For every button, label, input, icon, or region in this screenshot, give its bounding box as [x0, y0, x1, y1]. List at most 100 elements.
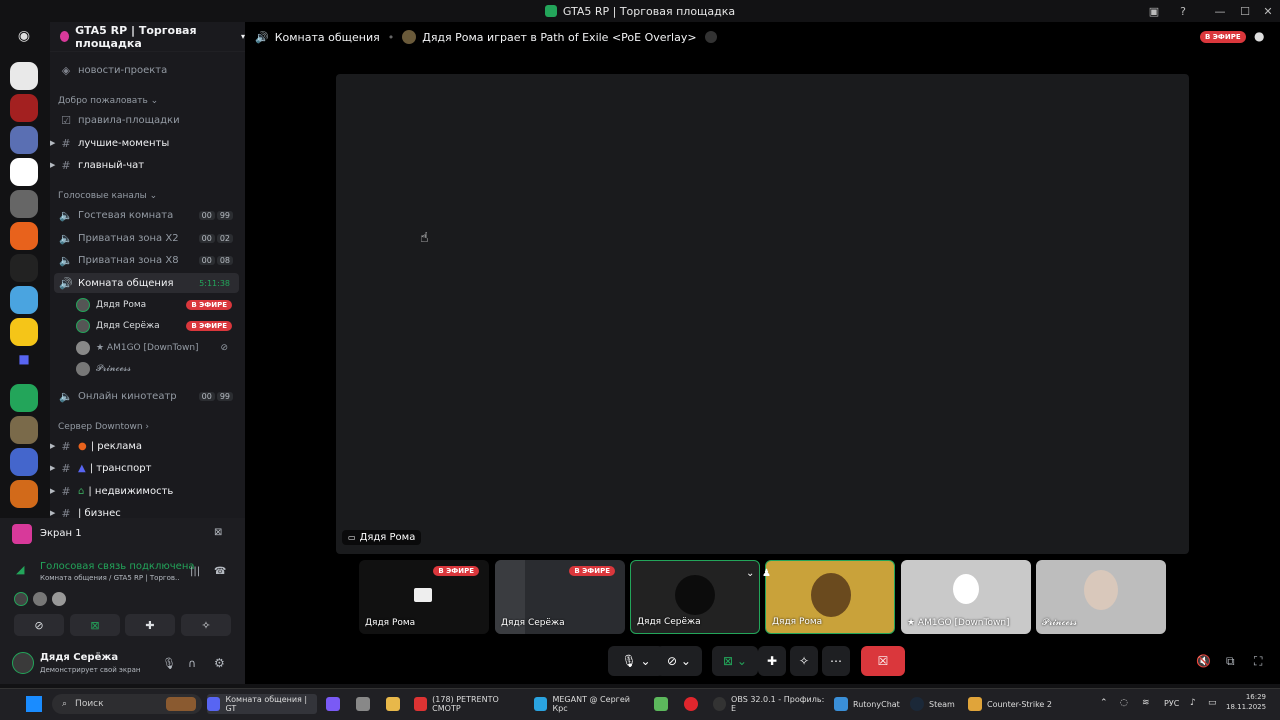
voice-user[interactable]: Дядя Рома В ЭФИРЕ	[76, 295, 236, 315]
add-friend-icon[interactable]: ♟	[762, 568, 771, 579]
app-icon	[654, 697, 668, 711]
server-icon[interactable]	[10, 62, 38, 90]
taskbar-app-folder[interactable]	[386, 694, 406, 714]
popout-icon[interactable]: ⧉	[1226, 654, 1235, 669]
more-button[interactable]: ⋯	[822, 646, 850, 676]
fullscreen-icon[interactable]: ⛶	[1254, 654, 1262, 669]
screen-share-button[interactable]: ⊠	[70, 614, 120, 636]
category-voice[interactable]: Голосовые каналы ⌄	[58, 191, 157, 201]
voice-comm-room[interactable]: 🔊 Комната общения 5:11:38	[54, 273, 239, 293]
taskbar-app-telegram[interactable]: MEGANT @ Сергей Крс	[534, 694, 644, 714]
user-name[interactable]: Дядя Серёжа	[40, 652, 118, 663]
taskbar-app-rutony[interactable]: RutonyChat	[834, 694, 904, 714]
server-icon[interactable]	[10, 94, 38, 122]
voice-user[interactable]: 𝓟𝓻𝓲𝓷𝓬𝓮𝓼𝓼	[76, 359, 236, 379]
screen-share-icon: ⊠	[90, 618, 100, 632]
channel-realty[interactable]: ▶ # ⌂ | недвижимость	[50, 481, 239, 501]
clock[interactable]: 16:29 18.11.2025	[1226, 692, 1266, 712]
rules-icon: ☑	[61, 113, 71, 127]
maximize-button[interactable]: ☐	[1233, 0, 1257, 22]
taskbar-app-steam[interactable]: Steam	[910, 694, 960, 714]
tray-network-icon[interactable]: ◌	[1120, 698, 1128, 708]
disconnect-icon[interactable]: ☎	[214, 566, 226, 577]
camera-button[interactable]: ⊘ ⌄	[656, 646, 702, 676]
taskbar-app-opera[interactable]	[684, 694, 704, 714]
taskbar-app-tool[interactable]	[356, 694, 376, 714]
tray-chevron-icon[interactable]: ⌃	[1100, 698, 1108, 708]
camera-off-button[interactable]: ⊘	[14, 614, 64, 636]
user-avatar[interactable]	[12, 652, 34, 674]
stop-stream-icon[interactable]: ⊠	[214, 527, 222, 538]
noise-icon[interactable]: |||	[190, 566, 200, 577]
taskbar-app-discord[interactable]: Комната общения | GT	[207, 694, 317, 714]
server-icon[interactable]	[10, 190, 38, 218]
voice-location[interactable]: Комната общения / GTA5 RP | Торгов...	[40, 574, 180, 582]
taskbar-app-cs2[interactable]: Counter-Strike 2	[968, 694, 1058, 714]
windows-start-icon[interactable]	[26, 696, 42, 712]
gear-icon[interactable]: ⚙	[214, 656, 225, 670]
tray-battery-icon[interactable]: ▭	[1208, 698, 1217, 708]
server-icon[interactable]	[10, 286, 38, 314]
minimize-button[interactable]: —	[1208, 0, 1232, 22]
tray-wifi-icon[interactable]: ≋	[1142, 698, 1150, 708]
voice-private-x8[interactable]: 🔈 Приватная зона X8 00 08	[54, 250, 239, 270]
participant-tile[interactable]: ★ AM1GO [DownTown]	[901, 560, 1031, 634]
server-icon[interactable]	[10, 448, 38, 476]
home-discord-icon[interactable]: ◉	[10, 28, 38, 56]
participant-tile[interactable]: В ЭФИРЕ Дядя Серёжа	[495, 560, 625, 634]
voice-status[interactable]: Голосовая связь подключена	[40, 561, 195, 572]
share-screen-button[interactable]: ⊠ ⌄	[712, 646, 758, 676]
language-indicator[interactable]: РУС	[1164, 699, 1179, 708]
voice-user[interactable]: ★ AM1GO [DownTown] ⊘	[76, 338, 236, 358]
mic-icon[interactable]: 🎙	[162, 657, 176, 670]
folder-icon[interactable]: ■	[10, 352, 38, 380]
server-icon-active[interactable]	[10, 384, 38, 412]
channel-transport[interactable]: ▶ # ▲ | транспорт	[50, 458, 239, 478]
channel-best[interactable]: ▶ # лучшие-моменты	[50, 133, 239, 153]
taskbar-app-obs[interactable]: OBS 32.0.1 - Профиль: Е	[713, 694, 825, 714]
server-icon[interactable]	[10, 318, 38, 346]
category-welcome[interactable]: Добро пожаловать ⌄	[58, 96, 158, 106]
server-icon[interactable]	[10, 254, 38, 282]
participant-tile[interactable]: Дядя Серёжа	[630, 560, 760, 634]
headphones-icon[interactable]: ∩	[188, 657, 196, 670]
volume-muted-icon[interactable]: 🔇	[1196, 654, 1211, 668]
close-window-button[interactable]: ✕	[1256, 0, 1280, 22]
server-icon[interactable]	[10, 158, 38, 186]
taskbar-search[interactable]: ⌕ Поиск	[52, 694, 202, 714]
channel-business[interactable]: ▶ # | бизнес	[50, 503, 239, 519]
channel-news[interactable]: ◈ новости-проекта	[54, 60, 239, 80]
taskbar-app-pen[interactable]	[326, 694, 346, 714]
activities-button[interactable]: ✚	[125, 614, 175, 636]
category-downtown[interactable]: Сервер Downtown ›	[58, 422, 149, 432]
channel-ads[interactable]: ▶ # ● | реклама	[50, 436, 239, 456]
main-stream-video[interactable]	[336, 74, 1189, 554]
server-header[interactable]: GTA5 RP | Торговая площадка ▾	[50, 22, 245, 52]
participant-tile[interactable]: Дядя Рома	[765, 560, 895, 634]
soundboard-button[interactable]: ✧	[790, 646, 818, 676]
channel-main-chat[interactable]: ▶ # главный-чат	[50, 155, 239, 175]
inbox-icon[interactable]: ▣	[1142, 0, 1166, 22]
server-icon[interactable]	[10, 480, 38, 508]
taskbar-app-green[interactable]	[654, 694, 674, 714]
voice-private-x2[interactable]: 🔈 Приватная зона X2 00 02	[54, 228, 239, 248]
server-icon[interactable]	[10, 126, 38, 154]
channel-rules[interactable]: ☑ правила-площадки	[54, 110, 239, 130]
chevron-down-icon[interactable]: ⌄	[746, 568, 754, 579]
help-icon[interactable]: ?	[1171, 0, 1195, 22]
tray-speaker-icon[interactable]: ♪	[1190, 698, 1196, 708]
soundboard-button[interactable]: ✧	[181, 614, 231, 636]
voice-user[interactable]: Дядя Серёжа В ЭФИРЕ	[76, 316, 236, 336]
activity-button[interactable]: ✚	[758, 646, 786, 676]
voice-guest-room[interactable]: 🔈 Гостевая комната 00 99	[54, 205, 239, 225]
app-label: (178) PETRENTO СМОТР	[432, 695, 499, 713]
taskbar-app-browser[interactable]: (178) PETRENTO СМОТР	[414, 694, 524, 714]
voice-cinema[interactable]: 🔈 Онлайн кинотеатр 00 99	[54, 386, 239, 406]
leave-call-button[interactable]: ☒	[861, 646, 905, 676]
chat-icon[interactable]: ●	[1254, 29, 1264, 43]
participant-tile[interactable]: 𝓟𝓻𝓲𝓷𝓬𝓮𝓼𝓼	[1036, 560, 1166, 634]
announcement-icon: ◈	[61, 63, 71, 77]
server-icon[interactable]	[10, 416, 38, 444]
server-icon[interactable]	[10, 222, 38, 250]
participant-tile[interactable]: В ЭФИРЕ Дядя Рома	[359, 560, 489, 634]
